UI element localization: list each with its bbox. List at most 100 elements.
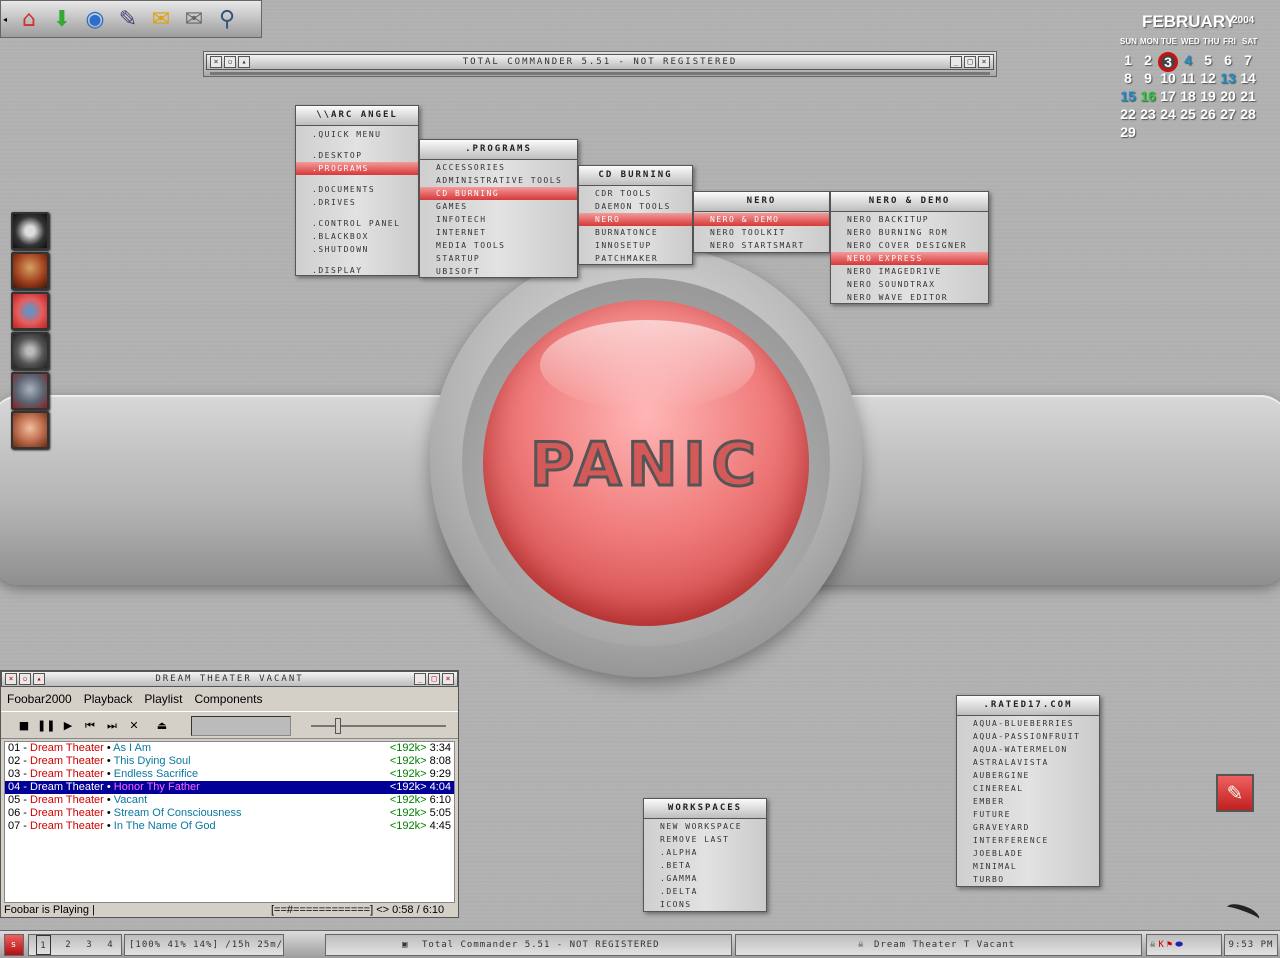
calendar-day[interactable]: 16 bbox=[1138, 88, 1158, 104]
sticky-icon[interactable]: ▫ bbox=[224, 56, 236, 68]
menu-item-quick-menu[interactable]: .QUICK MENU bbox=[296, 128, 418, 141]
menu-item-style[interactable]: JOEBLADE bbox=[957, 847, 1099, 860]
menu-item-alpha[interactable]: .ALPHA bbox=[644, 846, 766, 859]
foobar-titlebar[interactable]: DREAM THEATER VACANT × ▫ ▴ _ □ × bbox=[1, 671, 458, 687]
menu-playback[interactable]: Playback bbox=[84, 689, 133, 709]
menu-item-display[interactable]: .DISPLAY bbox=[296, 264, 418, 277]
menu-item-style[interactable]: GRAVEYARD bbox=[957, 821, 1099, 834]
menu-item-nero-cover-designer[interactable]: NERO COVER DESIGNER bbox=[831, 239, 988, 252]
menu-item-burnatonce[interactable]: BURNATONCE bbox=[579, 226, 692, 239]
menu-item-nero-imagedrive[interactable]: NERO IMAGEDRIVE bbox=[831, 265, 988, 278]
calendar-day[interactable]: 24 bbox=[1158, 106, 1178, 122]
collapse-arrow-icon[interactable]: ◂ bbox=[3, 15, 11, 24]
menu-item-style[interactable]: AUBERGINE bbox=[957, 769, 1099, 782]
flag-tray-icon[interactable]: ⚑ bbox=[1167, 935, 1173, 955]
menu-item-style[interactable]: TURBO bbox=[957, 873, 1099, 886]
menu-item-style[interactable]: INTERFERENCE bbox=[957, 834, 1099, 847]
eject-icon[interactable]: ⏏ bbox=[153, 717, 171, 735]
volume-slider[interactable] bbox=[311, 718, 446, 734]
calendar-day[interactable]: 17 bbox=[1158, 88, 1178, 104]
start-icon[interactable]: s bbox=[4, 934, 24, 956]
tray-app-icon[interactable]: K bbox=[1158, 935, 1164, 955]
menu-item-icons[interactable]: ICONS bbox=[644, 898, 766, 911]
menu-item-startup[interactable]: STARTUP bbox=[420, 252, 577, 265]
calendar-day[interactable]: 22 bbox=[1118, 106, 1138, 122]
menu-item-daemon-tools[interactable]: DAEMON TOOLS bbox=[579, 200, 692, 213]
menu-item-style[interactable]: AQUA-WATERMELON bbox=[957, 743, 1099, 756]
menu-item-patchmaker[interactable]: PATCHMAKER bbox=[579, 252, 692, 265]
volume-thumb[interactable] bbox=[334, 718, 341, 734]
calendar-day[interactable]: 21 bbox=[1238, 88, 1258, 104]
menu-item-control-panel[interactable]: .CONTROL PANEL bbox=[296, 217, 418, 230]
calendar-day[interactable]: 8 bbox=[1118, 70, 1138, 86]
random-icon[interactable]: ✕ bbox=[125, 717, 143, 735]
menu-playlist[interactable]: Playlist bbox=[144, 689, 182, 709]
calendar-day[interactable]: 12 bbox=[1198, 70, 1218, 86]
calendar-day[interactable]: 1 bbox=[1118, 52, 1138, 68]
menu-item-infotech[interactable]: INFOTECH bbox=[420, 213, 577, 226]
minimize-icon[interactable]: _ bbox=[414, 673, 426, 685]
calendar-day[interactable]: 19 bbox=[1198, 88, 1218, 104]
close-icon[interactable]: × bbox=[978, 56, 990, 68]
menu-item-shutdown[interactable]: .SHUTDOWN bbox=[296, 243, 418, 256]
minimize-icon[interactable]: _ bbox=[950, 56, 962, 68]
menu-item-delta[interactable]: .DELTA bbox=[644, 885, 766, 898]
calendar-day[interactable]: 7 bbox=[1238, 52, 1258, 68]
calendar-day[interactable]: 2 bbox=[1138, 52, 1158, 68]
tools-icon[interactable]: ✎ bbox=[113, 4, 143, 34]
menu-item-style[interactable]: ASTRALAVISTA bbox=[957, 756, 1099, 769]
globe-icon[interactable]: ◉ bbox=[80, 4, 110, 34]
skull-tray-icon[interactable]: ☠ bbox=[1150, 935, 1156, 955]
playlist-row[interactable]: 07 - Dream Theater • In The Name Of God <… bbox=[5, 820, 454, 833]
stop-icon[interactable]: ■ bbox=[15, 717, 33, 735]
calendar-day[interactable]: 25 bbox=[1178, 106, 1198, 122]
menu-item-nero-soundtrax[interactable]: NERO SOUNDTRAX bbox=[831, 278, 988, 291]
menu-item-blackbox[interactable]: .BLACKBOX bbox=[296, 230, 418, 243]
workspace-2[interactable]: 2 bbox=[65, 935, 71, 955]
calendar-day[interactable]: 6 bbox=[1218, 52, 1238, 68]
menu-item-internet[interactable]: INTERNET bbox=[420, 226, 577, 239]
menu-item-style[interactable]: AQUA-PASSIONFRUIT bbox=[957, 730, 1099, 743]
network-tray-icon[interactable]: ⬬ bbox=[1175, 935, 1184, 955]
menu-item-gamma[interactable]: .GAMMA bbox=[644, 872, 766, 885]
calendar-day[interactable]: 3 bbox=[1158, 52, 1178, 72]
task-total-commander[interactable]: ▣ Total Commander 5.51 - NOT REGISTERED bbox=[325, 934, 732, 956]
menu-item-new-workspace[interactable]: NEW WORKSPACE bbox=[644, 820, 766, 833]
skull-avatar-icon[interactable] bbox=[11, 212, 49, 250]
woman-avatar-icon[interactable] bbox=[11, 411, 49, 449]
menu-item-beta[interactable]: .BETA bbox=[644, 859, 766, 872]
calendar-day[interactable]: 13 bbox=[1218, 70, 1238, 86]
menu-components[interactable]: Components bbox=[194, 689, 262, 709]
menu-item-nero[interactable]: NERO bbox=[579, 213, 692, 226]
menu-item-innosetup[interactable]: INNOSETUP bbox=[579, 239, 692, 252]
menu-item-nero-burning-rom[interactable]: NERO BURNING ROM bbox=[831, 226, 988, 239]
menu-item-cd-burning[interactable]: CD BURNING bbox=[420, 187, 577, 200]
menu-item-cdr-tools[interactable]: CDR TOOLS bbox=[579, 187, 692, 200]
calendar-day[interactable]: 4 bbox=[1178, 52, 1198, 68]
workspace-4[interactable]: 4 bbox=[107, 935, 113, 955]
calendar-day[interactable]: 27 bbox=[1218, 106, 1238, 122]
menu-item-administrative-tools[interactable]: ADMINISTRATIVE TOOLS bbox=[420, 174, 577, 187]
menu-item-nero-backitup[interactable]: NERO BACKITUP bbox=[831, 213, 988, 226]
calendar-day[interactable]: 23 bbox=[1138, 106, 1158, 122]
menu-item-nero-startsmart[interactable]: NERO STARTSMART bbox=[694, 239, 829, 252]
menu-item-nero-wave-editor[interactable]: NERO WAVE EDITOR bbox=[831, 291, 988, 304]
menu-item-style[interactable]: AQUA-BLUEBERRIES bbox=[957, 717, 1099, 730]
calendar-day[interactable]: 11 bbox=[1178, 70, 1198, 86]
menu-item-desktop[interactable]: .DESKTOP bbox=[296, 149, 418, 162]
menu-item-documents[interactable]: .DOCUMENTS bbox=[296, 183, 418, 196]
calendar-day[interactable]: 29 bbox=[1118, 124, 1138, 140]
menu-item-programs[interactable]: .PROGRAMS bbox=[296, 162, 418, 175]
pause-icon[interactable]: ❚❚ bbox=[37, 717, 55, 735]
task-foobar[interactable]: ☠ Dream Theater T Vacant bbox=[735, 934, 1142, 956]
playlist-row[interactable]: 03 - Dream Theater • Endless Sacrifice <1… bbox=[5, 768, 454, 781]
menu-item-style[interactable]: EMBER bbox=[957, 795, 1099, 808]
menu-item-nero-express[interactable]: NERO EXPRESS bbox=[831, 252, 988, 265]
download-arrow-icon[interactable]: ⬇ bbox=[47, 4, 77, 34]
menu-item-style[interactable]: FUTURE bbox=[957, 808, 1099, 821]
menu-item-games[interactable]: GAMES bbox=[420, 200, 577, 213]
emblem-avatar-icon[interactable] bbox=[11, 292, 49, 330]
workspace-3[interactable]: 3 bbox=[86, 935, 92, 955]
calendar-day[interactable]: 28 bbox=[1238, 106, 1258, 122]
mail-icon[interactable]: ✉ bbox=[179, 4, 209, 34]
